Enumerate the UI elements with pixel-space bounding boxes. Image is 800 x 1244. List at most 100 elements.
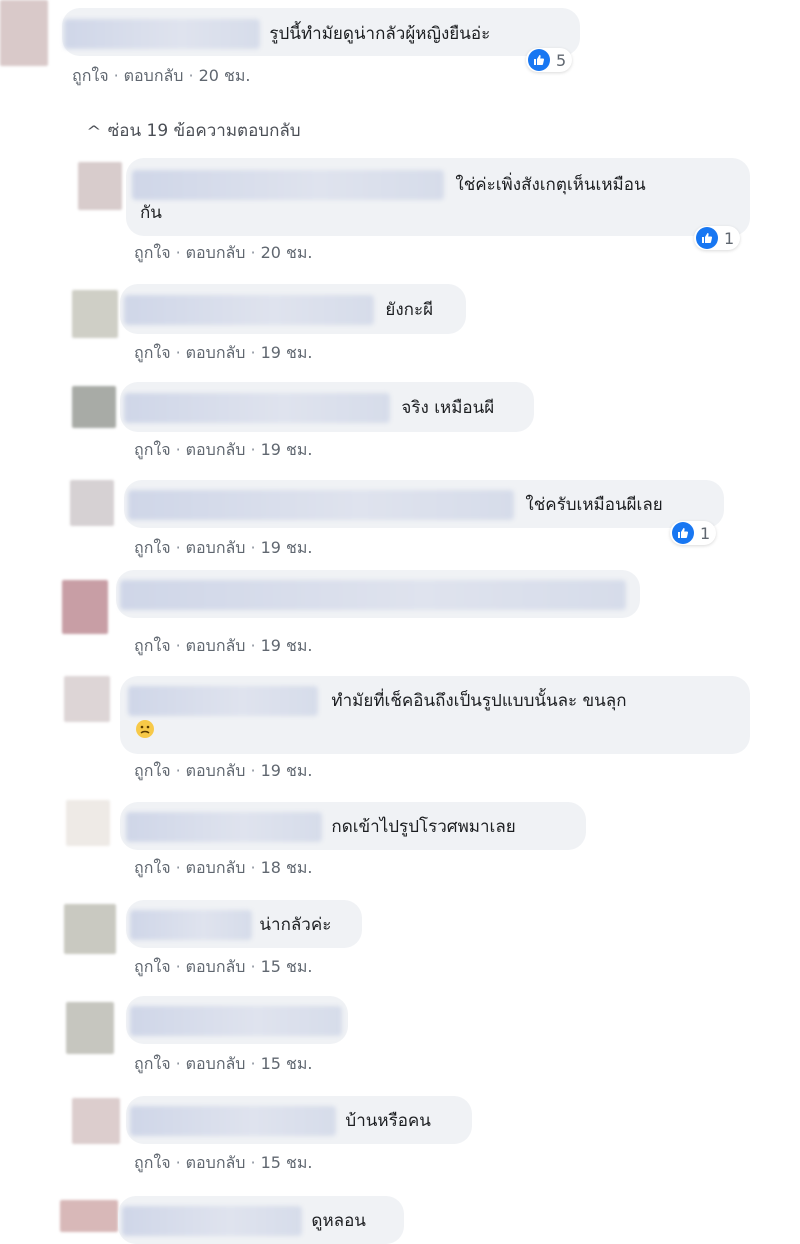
reply-link[interactable]: ตอบกลับ <box>124 66 184 85</box>
avatar[interactable] <box>62 580 108 634</box>
comment-text: ดูหลอน <box>311 1211 366 1231</box>
comment-actions: ถูกใจ · ตอบกลับ · 20 ชม. <box>134 243 313 262</box>
like-link[interactable]: ถูกใจ <box>134 538 171 557</box>
comment-text: ยังกะผี <box>385 300 434 320</box>
timestamp[interactable]: 19 ชม. <box>261 343 313 362</box>
timestamp[interactable]: 19 ชม. <box>261 440 313 459</box>
comment-bubble <box>126 996 348 1044</box>
hide-replies-label: ซ่อน 19 ข้อความตอบกลับ <box>107 121 301 141</box>
like-link[interactable]: ถูกใจ <box>134 761 171 780</box>
reply-link[interactable]: ตอบกลับ <box>186 1054 246 1073</box>
like-reaction-icon <box>672 522 694 544</box>
timestamp[interactable]: 15 ชม. <box>261 1153 313 1172</box>
comment-actions: ถูกใจ · ตอบกลับ · 15 ชม. <box>134 1054 313 1073</box>
like-reaction-icon <box>528 49 550 71</box>
avatar[interactable] <box>70 480 114 526</box>
comment-text: บ้านหรือคน <box>345 1111 431 1131</box>
avatar[interactable] <box>64 676 110 722</box>
comment-bubble: กดเข้าไปรูปโรวศพมาเลย <box>120 802 586 850</box>
avatar[interactable] <box>0 0 48 66</box>
like-link[interactable]: ถูกใจ <box>134 957 171 976</box>
sad-face-icon <box>136 720 154 738</box>
comment-actions: ถูกใจ · ตอบกลับ · 19 ชม. <box>134 538 313 557</box>
comment-text: รูปนี้ทำมัยดูน่ากลัวผู้หญิงยืนอ่ะ <box>269 24 491 44</box>
avatar[interactable] <box>72 290 118 338</box>
commenter-name-blurred[interactable] <box>128 490 514 520</box>
like-link[interactable]: ถูกใจ <box>134 1153 171 1172</box>
like-reaction-icon <box>696 227 718 249</box>
comment-actions: ถูกใจ · ตอบกลับ · 15 ชม. <box>134 1153 313 1172</box>
like-link[interactable]: ถูกใจ <box>72 66 109 85</box>
comment-actions: ถูกใจ · ตอบกลับ · 15 ชม. <box>134 957 313 976</box>
commenter-name-blurred[interactable] <box>120 580 626 610</box>
reply-link[interactable]: ตอบกลับ <box>186 538 246 557</box>
commenter-name-blurred[interactable] <box>128 686 318 716</box>
timestamp[interactable]: 15 ชม. <box>261 957 313 976</box>
timestamp[interactable]: 20 ชม. <box>199 66 251 85</box>
reaction-count[interactable]: 1 <box>694 226 741 250</box>
commenter-name-blurred[interactable] <box>124 295 374 325</box>
comment-text: ทำมัยที่เช็คอินถึงเป็นรูปแบบนั้นละ ขนลุก <box>331 691 627 711</box>
comment-actions: ถูกใจ · ตอบกลับ · 19 ชม. <box>134 761 313 780</box>
timestamp[interactable]: 18 ชม. <box>261 858 313 877</box>
commenter-name-blurred[interactable] <box>130 1106 336 1136</box>
avatar[interactable] <box>64 904 116 954</box>
like-link[interactable]: ถูกใจ <box>134 1054 171 1073</box>
like-link[interactable]: ถูกใจ <box>134 243 171 262</box>
comment-bubble: บ้านหรือคน <box>126 1096 472 1144</box>
comment-actions: ถูกใจ · ตอบกลับ · 18 ชม. <box>134 858 313 877</box>
comment-actions: ถูกใจ · ตอบกลับ · 19 ชม. <box>134 343 313 362</box>
comment-bubble <box>116 570 640 618</box>
avatar[interactable] <box>72 386 116 428</box>
like-link[interactable]: ถูกใจ <box>134 636 171 655</box>
comment-bubble: จริง เหมือนผี <box>120 382 534 432</box>
hide-replies-toggle[interactable]: ^ ซ่อน 19 ข้อความตอบกลับ <box>86 117 301 144</box>
reply-link[interactable]: ตอบกลับ <box>186 243 246 262</box>
comment-actions: ถูกใจ · ตอบกลับ · 19 ชม. <box>134 440 313 459</box>
avatar[interactable] <box>72 1098 120 1144</box>
comment-text: จริง เหมือนผี <box>401 398 495 418</box>
like-link[interactable]: ถูกใจ <box>134 440 171 459</box>
reply-link[interactable]: ตอบกลับ <box>186 1153 246 1172</box>
commenter-name-blurred[interactable] <box>124 393 390 423</box>
reply-link[interactable]: ตอบกลับ <box>186 440 246 459</box>
chevron-up-icon: ^ <box>86 124 102 140</box>
timestamp[interactable]: 15 ชม. <box>261 1054 313 1073</box>
timestamp[interactable]: 19 ชม. <box>261 538 313 557</box>
comment-text-continued: กัน <box>140 203 162 223</box>
commenter-name-blurred[interactable] <box>130 910 252 940</box>
avatar[interactable] <box>66 800 110 846</box>
comment-text: ใช่ค่ะเพิ่งสังเกตุเห็นเหมือน <box>455 175 646 195</box>
reply-link[interactable]: ตอบกลับ <box>186 343 246 362</box>
comment-text: กดเข้าไปรูปโรวศพมาเลย <box>331 817 516 837</box>
reply-link[interactable]: ตอบกลับ <box>186 636 246 655</box>
commenter-name-blurred[interactable] <box>64 19 260 49</box>
commenter-name-blurred[interactable] <box>132 170 444 200</box>
comment-bubble: ทำมัยที่เช็คอินถึงเป็นรูปแบบนั้นละ ขนลุก <box>120 676 750 754</box>
avatar[interactable] <box>78 162 122 210</box>
comment-bubble: รูปนี้ทำมัยดูน่ากลัวผู้หญิงยืนอ่ะ <box>62 8 580 56</box>
timestamp[interactable]: 19 ชม. <box>261 636 313 655</box>
avatar[interactable] <box>60 1200 118 1232</box>
comment-bubble: ใช่ค่ะเพิ่งสังเกตุเห็นเหมือน กัน <box>126 158 750 236</box>
reply-link[interactable]: ตอบกลับ <box>186 858 246 877</box>
comment-bubble: น่ากลัวค่ะ <box>126 900 362 948</box>
comment-bubble: ใช่ครับเหมือนผีเลย <box>124 480 724 528</box>
reply-link[interactable]: ตอบกลับ <box>186 761 246 780</box>
reaction-count[interactable]: 1 <box>670 521 717 545</box>
commenter-name-blurred[interactable] <box>130 1006 342 1036</box>
avatar[interactable] <box>66 1002 114 1054</box>
timestamp[interactable]: 19 ชม. <box>261 761 313 780</box>
comment-text: น่ากลัวค่ะ <box>259 915 332 935</box>
like-link[interactable]: ถูกใจ <box>134 343 171 362</box>
comment-text: ใช่ครับเหมือนผีเลย <box>525 495 663 515</box>
reaction-count[interactable]: 5 <box>526 48 573 72</box>
timestamp[interactable]: 20 ชม. <box>261 243 313 262</box>
comment-bubble: ดูหลอน <box>118 1196 404 1244</box>
comment-bubble: ยังกะผี <box>120 284 466 334</box>
like-link[interactable]: ถูกใจ <box>134 858 171 877</box>
reply-link[interactable]: ตอบกลับ <box>186 957 246 976</box>
comment-actions: ถูกใจ · ตอบกลับ · 19 ชม. <box>134 636 313 655</box>
commenter-name-blurred[interactable] <box>126 812 322 842</box>
comment-actions: ถูกใจ · ตอบกลับ · 20 ชม. <box>72 66 251 85</box>
